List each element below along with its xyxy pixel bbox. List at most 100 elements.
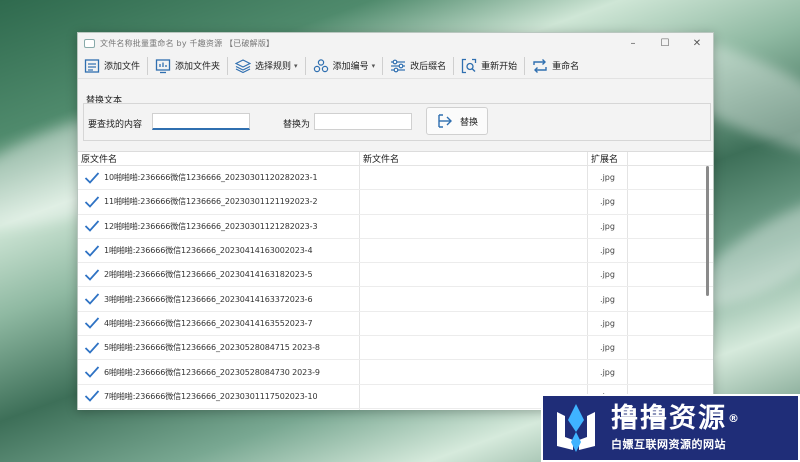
table-row[interactable]: 4啪啪啪:236666微信1236666_20230414163552023-7… <box>78 311 713 337</box>
sliders-icon <box>391 59 406 72</box>
new-name-cell <box>360 166 588 190</box>
toolbar-divider <box>382 56 384 75</box>
table-row[interactable]: 5啪啪啪:236666微信1236666_20230528084715 2023… <box>78 336 713 361</box>
restart-button[interactable]: 重新开始 <box>457 55 521 77</box>
table-row[interactable]: 12啪啪啪:236666微信1236666_20230301121282023-… <box>78 214 713 239</box>
registered-mark: ® <box>728 412 741 425</box>
layers-icon <box>235 58 252 73</box>
change-extension-label: 改后缀名 <box>410 62 447 72</box>
original-name-text: 3啪啪啪:236666微信1236666_20230414163372023-6 <box>104 294 313 304</box>
watermark-title-text: 撸撸资源 <box>611 403 727 434</box>
checkmark-icon[interactable] <box>84 171 100 185</box>
add-number-label: 添加编号 <box>332 62 369 72</box>
toolbar-divider <box>304 56 306 75</box>
toolbar: 添加文件 添加文件夹 选择规则 ▾ 添加编号 ▾ 改后缀名 重新开始 重命名 <box>78 53 713 79</box>
rename-button[interactable]: 重命名 <box>528 55 583 77</box>
table-row[interactable]: 1啪啪啪:236666微信1236666_20230414163002023-4… <box>78 238 713 264</box>
extension-cell: .jpg <box>588 166 628 190</box>
table-row[interactable]: 6啪啪啪:236666微信1236666_20230528084730 2023… <box>78 360 713 385</box>
grid-header: 原文件名 新文件名 扩展名 <box>78 152 713 166</box>
find-input[interactable] <box>152 113 250 130</box>
replace-group-box: 要查找的内容 替换为 替换 <box>83 103 711 141</box>
title-bar[interactable]: 文件名称批量重命名 by 千趣资源 【已破解版】 – ☐ ✕ <box>78 33 713 53</box>
new-name-cell <box>360 336 588 360</box>
empty-cell <box>628 215 705 238</box>
file-grid[interactable]: 原文件名 新文件名 扩展名 10啪啪啪:236666微信1236666_2023… <box>78 151 713 410</box>
original-name-text: 12啪啪啪:236666微信1236666_20230301121282023-… <box>104 221 318 231</box>
add-folder-button[interactable]: 添加文件夹 <box>151 55 224 77</box>
checkmark-icon[interactable] <box>84 365 100 379</box>
table-row[interactable]: 10啪啪啪:236666微信1236666_20230301120282023-… <box>78 166 713 191</box>
header-extension[interactable]: 扩展名 <box>588 152 628 165</box>
change-extension-button[interactable]: 改后缀名 <box>386 55 450 77</box>
new-name-cell <box>360 214 588 238</box>
original-name-cell: 10啪啪啪:236666微信1236666_20230301120282023-… <box>78 166 360 190</box>
checkmark-icon[interactable] <box>84 268 100 282</box>
arrow-right-icon <box>438 114 452 128</box>
maximize-button[interactable]: ☐ <box>649 33 681 53</box>
extension-cell: .jpg <box>588 311 628 336</box>
monitor-chart-icon <box>155 58 171 73</box>
add-file-button[interactable]: 添加文件 <box>80 55 144 77</box>
table-row[interactable]: 3啪啪啪:236666微信1236666_20230414163372023-6… <box>78 287 713 312</box>
extension-cell: .jpg <box>588 336 628 360</box>
original-name-cell: 4啪啪啪:236666微信1236666_20230414163552023-7 <box>78 311 360 336</box>
extension-cell: .jpg <box>588 360 628 384</box>
checkmark-icon[interactable] <box>84 292 100 306</box>
replace-with-input[interactable] <box>314 113 412 130</box>
minimize-button[interactable]: – <box>617 33 649 53</box>
add-number-dropdown[interactable]: 添加编号 ▾ <box>309 55 380 77</box>
header-new-name[interactable]: 新文件名 <box>360 152 588 165</box>
header-original-name[interactable]: 原文件名 <box>78 152 360 165</box>
empty-cell <box>628 263 705 286</box>
original-name-text: 10啪啪啪:236666微信1236666_20230301120282023-… <box>104 173 318 183</box>
find-label: 要查找的内容 <box>88 120 143 130</box>
extension-cell: .jpg <box>588 190 628 214</box>
window-title: 文件名称批量重命名 by 千趣资源 【已破解版】 <box>100 38 275 48</box>
original-name-cell: 5啪啪啪:236666微信1236666_20230528084715 2023… <box>78 336 360 360</box>
original-name-cell: 6啪啪啪:236666微信1236666_20230528084730 2023… <box>78 360 360 384</box>
original-name-text: 5啪啪啪:236666微信1236666_20230528084715 2023… <box>104 343 320 353</box>
table-row[interactable]: 2啪啪啪:236666微信1236666_20230414163182023-5… <box>78 263 713 288</box>
app-window: 文件名称批量重命名 by 千趣资源 【已破解版】 – ☐ ✕ 添加文件 添加文件… <box>77 32 714 410</box>
add-file-label: 添加文件 <box>104 62 141 72</box>
original-name-text: 2啪啪啪:236666微信1236666_20230414163182023-5 <box>104 270 313 280</box>
new-name-cell <box>360 190 588 214</box>
original-name-cell: 7啪啪啪:236666微信1236666_20230301117502023-1… <box>78 384 360 408</box>
nodes-icon <box>313 58 328 72</box>
header-empty <box>628 152 705 165</box>
extension-cell: .jpg <box>588 214 628 238</box>
toolbar-divider <box>147 56 149 75</box>
empty-cell <box>628 360 705 383</box>
checkmark-icon[interactable] <box>84 219 100 233</box>
empty-cell <box>628 166 705 189</box>
new-name-cell <box>360 287 588 311</box>
select-rule-dropdown[interactable]: 选择规则 ▾ <box>231 55 302 77</box>
original-name-text: 11啪啪啪:236666微信1236666_20230301121192023-… <box>104 197 318 207</box>
extension-cell: .jpg <box>588 238 628 263</box>
table-row[interactable]: 11啪啪啪:236666微信1236666_20230301121192023-… <box>78 190 713 215</box>
watermark-title: 撸撸资源® <box>611 404 741 434</box>
checkmark-icon[interactable] <box>84 316 100 330</box>
replace-button[interactable]: 替换 <box>426 107 488 135</box>
original-name-cell: 2啪啪啪:236666微信1236666_20230414163182023-5 <box>78 263 360 287</box>
close-button[interactable]: ✕ <box>681 33 713 53</box>
swap-arrows-icon <box>533 58 547 73</box>
original-name-text: 1啪啪啪:236666微信1236666_20230414163002023-4 <box>104 246 313 256</box>
checkmark-icon[interactable] <box>84 341 100 355</box>
new-name-cell <box>360 360 588 384</box>
extension-cell: .jpg <box>588 263 628 287</box>
original-name-text: 7啪啪啪:236666微信1236666_20230301117502023-1… <box>104 391 318 401</box>
checkmark-icon[interactable] <box>84 244 100 258</box>
empty-cell <box>628 190 705 213</box>
vertical-scrollbar[interactable] <box>706 166 709 296</box>
search-document-icon <box>461 58 477 73</box>
watermark-banner: 撸撸资源® 白嫖互联网资源的网站 <box>541 394 800 462</box>
original-name-cell: 11啪啪啪:236666微信1236666_20230301121192023-… <box>78 190 360 214</box>
new-name-cell <box>360 311 588 336</box>
checkmark-icon[interactable] <box>84 195 100 209</box>
checkmark-icon[interactable] <box>84 389 100 403</box>
window-controls: – ☐ ✕ <box>617 33 713 53</box>
original-name-cell: 1啪啪啪:236666微信1236666_20230414163002023-4 <box>78 238 360 263</box>
empty-cell <box>628 287 705 310</box>
